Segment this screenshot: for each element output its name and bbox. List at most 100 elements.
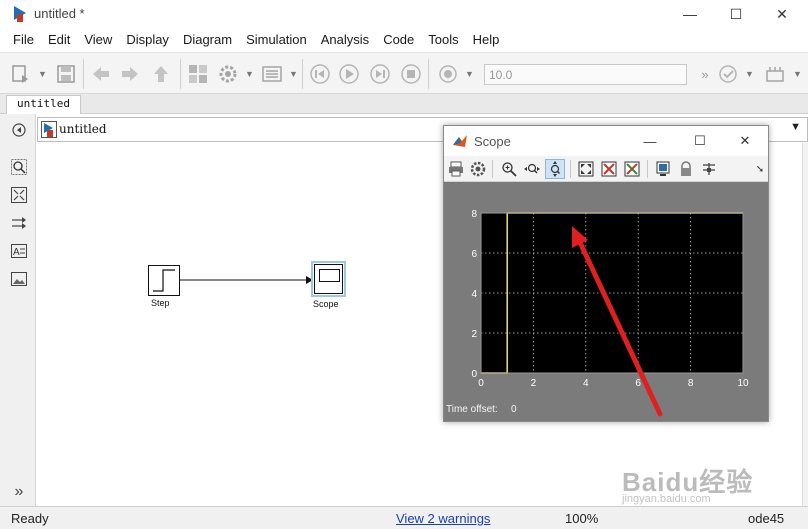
status-bar: Ready View 2 warnings 100% ode45 <box>0 506 808 529</box>
back-icon[interactable] <box>89 62 113 86</box>
menu-view[interactable]: View <box>77 28 119 52</box>
save-axes-icon[interactable] <box>599 159 619 179</box>
scope-toolbar: ➘ <box>444 156 768 182</box>
library-browser-icon[interactable] <box>186 62 210 86</box>
model-settings-icon[interactable] <box>216 62 240 86</box>
menu-help[interactable]: Help <box>466 28 507 52</box>
scope-block-screen <box>319 269 340 282</box>
scope-block-label: Scope <box>313 299 339 309</box>
zoom-x-icon[interactable] <box>522 159 542 179</box>
save-icon[interactable] <box>54 62 78 86</box>
step-back-icon[interactable] <box>308 62 332 86</box>
signal-selection-icon[interactable] <box>699 159 719 179</box>
watermark-url: jingyan.baidu.com <box>622 493 711 505</box>
menu-bar: File Edit View Display Diagram Simulatio… <box>0 28 808 52</box>
scope-maximize-button[interactable]: ☐ <box>680 130 720 152</box>
fit-to-view-icon[interactable] <box>10 186 28 204</box>
floating-scope-icon[interactable] <box>653 159 673 179</box>
x-tick-label: 0 <box>478 378 484 389</box>
y-tick-label: 0 <box>471 369 477 380</box>
autoscale-icon[interactable] <box>576 159 596 179</box>
scope-title-bar: Scope — ☐ ✕ <box>444 126 768 156</box>
menu-code[interactable]: Code <box>376 28 421 52</box>
zoom-level: 100% <box>565 511 599 526</box>
matlab-icon <box>453 135 467 147</box>
time-offset-label: Time offset: <box>446 404 498 415</box>
stop-icon[interactable] <box>399 62 423 86</box>
run-icon[interactable] <box>337 62 361 86</box>
x-tick-label: 10 <box>737 378 749 389</box>
new-model-dropdown-icon[interactable]: ▼ <box>38 69 47 79</box>
build-dropdown-icon[interactable]: ▼ <box>793 69 802 79</box>
svg-text:A: A <box>13 247 20 258</box>
y-tick-label: 2 <box>471 329 477 340</box>
menu-file[interactable]: File <box>6 28 41 52</box>
x-tick-label: 8 <box>688 378 694 389</box>
explorer-dropdown-icon[interactable]: ▼ <box>289 69 298 79</box>
title-bar: untitled * — ☐ ✕ <box>0 0 808 28</box>
check-dropdown-icon[interactable]: ▼ <box>745 69 754 79</box>
settings-dropdown-icon[interactable]: ▼ <box>245 69 254 79</box>
zoom-icon[interactable] <box>10 158 28 176</box>
menu-analysis[interactable]: Analysis <box>314 28 376 52</box>
y-tick-label: 6 <box>471 249 477 260</box>
restore-axes-icon[interactable] <box>622 159 642 179</box>
lock-axes-icon[interactable] <box>676 159 696 179</box>
simulink-icon <box>14 6 26 22</box>
y-tick-label: 4 <box>471 289 477 300</box>
check-icon[interactable] <box>716 62 740 86</box>
record-dropdown-icon[interactable]: ▼ <box>465 69 474 79</box>
print-icon[interactable] <box>446 159 466 179</box>
stop-time-input[interactable] <box>484 64 687 85</box>
left-palette: A » <box>0 114 36 506</box>
view-warnings-link[interactable]: View 2 warnings <box>396 511 490 526</box>
zoom-in-icon[interactable] <box>499 159 519 179</box>
model-path[interactable]: untitled <box>59 122 107 136</box>
menu-simulation[interactable]: Simulation <box>239 28 314 52</box>
new-model-icon[interactable] <box>9 62 33 86</box>
vertical-scrollbar[interactable] <box>802 143 808 506</box>
more-icon[interactable]: » <box>693 62 717 86</box>
tab-untitled[interactable]: untitled <box>6 95 81 114</box>
signal-line[interactable] <box>180 274 314 286</box>
up-icon[interactable] <box>149 62 173 86</box>
expand-icon[interactable]: » <box>10 483 28 501</box>
parameters-icon[interactable] <box>468 159 488 179</box>
maximize-button[interactable]: ☐ <box>714 2 758 26</box>
menu-tools[interactable]: Tools <box>421 28 465 52</box>
scope-close-button[interactable]: ✕ <box>725 130 765 152</box>
time-offset-value: 0 <box>511 404 517 415</box>
explorer-dropdown-icon[interactable]: ▼ <box>790 121 801 133</box>
model-tab-strip: untitled <box>0 94 808 114</box>
solver-name[interactable]: ode45 <box>748 511 784 526</box>
y-tick-label: 8 <box>471 209 477 220</box>
step-forward-icon[interactable] <box>368 62 392 86</box>
route-arrow-icon[interactable] <box>10 214 28 232</box>
scope-title: Scope <box>474 134 511 149</box>
hide-show-browser-icon[interactable] <box>10 121 28 139</box>
minimize-button[interactable]: — <box>668 2 712 26</box>
scope-block[interactable] <box>311 261 346 297</box>
step-block[interactable] <box>148 265 180 296</box>
annotation-icon[interactable]: A <box>10 242 28 260</box>
model-explorer-icon[interactable] <box>260 62 284 86</box>
menu-display[interactable]: Display <box>119 28 176 52</box>
zoom-y-icon[interactable] <box>545 159 565 179</box>
forward-icon[interactable] <box>118 62 142 86</box>
menu-diagram[interactable]: Diagram <box>176 28 239 52</box>
scope-block-body <box>314 264 343 294</box>
model-icon <box>41 121 57 138</box>
annotation-arrow <box>572 226 663 417</box>
build-icon[interactable] <box>763 62 787 86</box>
record-icon[interactable] <box>436 62 460 86</box>
step-block-label: Step <box>151 298 170 308</box>
x-tick-label: 2 <box>531 378 537 389</box>
close-button[interactable]: ✕ <box>760 2 804 26</box>
step-block-graphic <box>153 269 175 292</box>
scope-toolbar-expand-icon[interactable]: ➘ <box>750 159 770 179</box>
toolbar: ▼ ▼ ▼ ▼ » ▼ ▼ <box>0 52 808 94</box>
image-icon[interactable] <box>10 270 28 288</box>
status-ready: Ready <box>11 511 49 526</box>
menu-edit[interactable]: Edit <box>41 28 77 52</box>
scope-minimize-button[interactable]: — <box>630 130 670 152</box>
